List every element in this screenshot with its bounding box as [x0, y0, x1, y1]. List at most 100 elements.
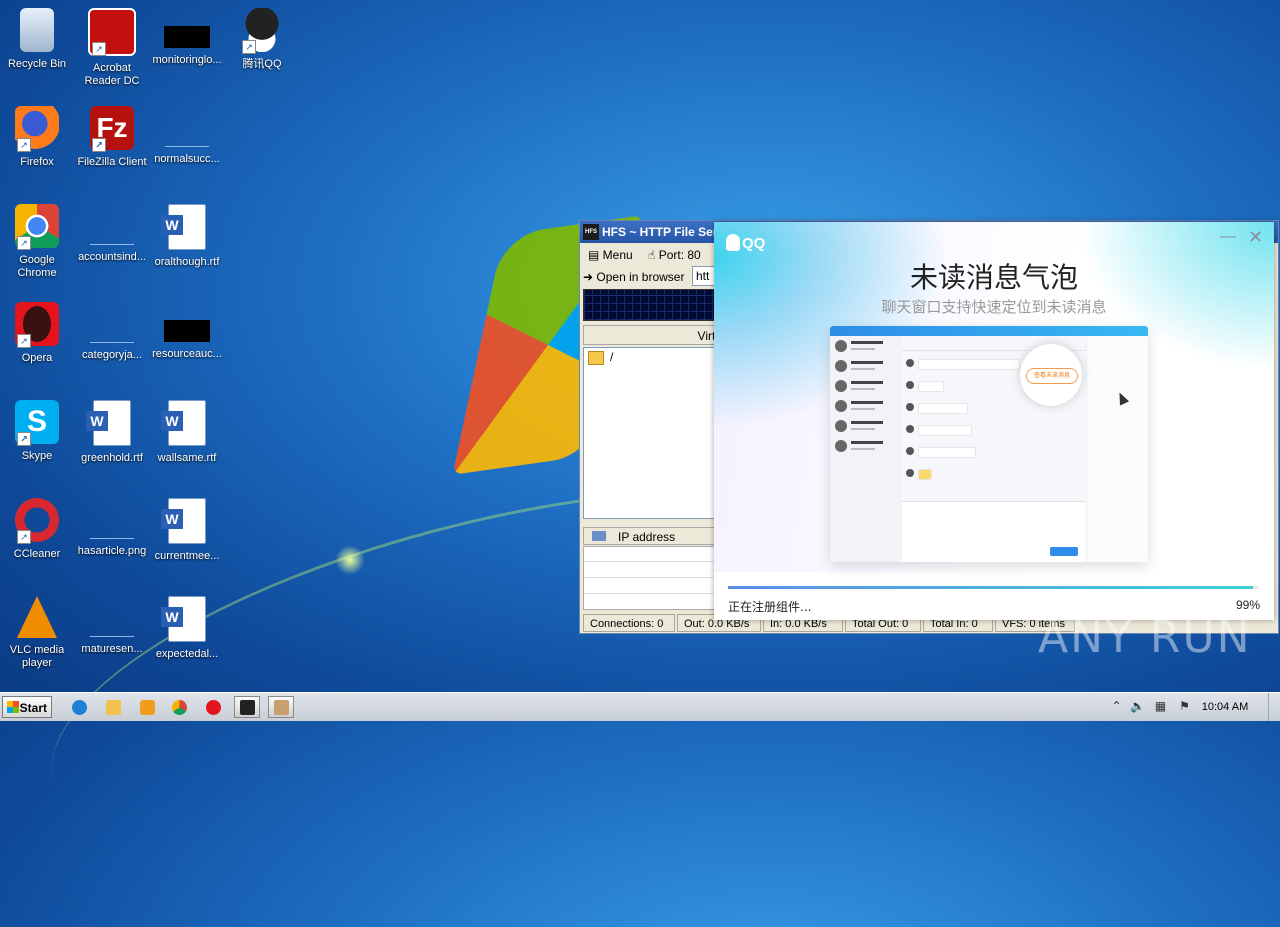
- hfs-window-title: HFS ~ HTTP File Serv: [602, 225, 725, 239]
- hfs-toolbar: ▤ Menu ☝ Port: 80: [583, 243, 708, 265]
- acrobat-icon: ↗: [88, 8, 136, 56]
- desktop-icon-monitoringlo[interactable]: monitoringlo...: [150, 8, 224, 67]
- show-desktop-button[interactable]: [1268, 693, 1280, 721]
- preview-contact: [833, 398, 899, 416]
- desktop-icon-ccleaner[interactable]: ↗ CCleaner: [0, 498, 74, 561]
- qq-icon: ↗: [240, 8, 284, 54]
- desktop-icon-expectedal[interactable]: W expectedal...: [150, 596, 224, 661]
- volume-icon[interactable]: 🔈: [1130, 700, 1145, 713]
- desktop-icon-vlc[interactable]: VLC media player: [0, 596, 74, 670]
- preview-input-box: [902, 501, 1086, 562]
- desktop-icon-normalsucc[interactable]: normalsucc...: [150, 106, 224, 166]
- desktop-icon-hasarticle[interactable]: hasarticle.png: [75, 498, 149, 558]
- hfs-port-button[interactable]: ☝ Port: 80: [643, 243, 708, 267]
- hfs-icon: [240, 700, 255, 715]
- feature-preview-image: 查看未读消息: [830, 326, 1148, 562]
- start-button[interactable]: Start: [2, 696, 52, 718]
- hfs-connections-list[interactable]: [583, 546, 725, 610]
- file-icon: [164, 26, 210, 48]
- desktop-icon-label: wallsame.rtf: [157, 452, 217, 464]
- desktop-icon-wallsame[interactable]: W wallsame.rtf: [150, 400, 224, 465]
- desktop-icon-qq[interactable]: ↗ 腾讯QQ: [225, 8, 299, 71]
- tray-expand-icon[interactable]: ⌃: [1110, 700, 1123, 713]
- filezilla-icon: Fz ↗: [90, 106, 134, 152]
- hfs-open-browser-button[interactable]: ➜ Open in browser: [583, 266, 684, 288]
- shortcut-arrow-icon: ↗: [17, 432, 31, 446]
- desktop-icon-label: Acrobat Reader DC: [84, 62, 140, 87]
- preview-message: [902, 419, 1086, 439]
- hfs-open-browser-label: Open in browser: [596, 270, 685, 284]
- taskbar: Start ⌃ 🔈 ▦ ⚑ 10:04 AM: [0, 692, 1280, 721]
- shortcut-arrow-icon: ↗: [92, 138, 106, 152]
- penguin-icon: [726, 234, 740, 251]
- desktop-icon-label: hasarticle.png: [77, 545, 147, 557]
- desktop-icon-label: expectedal...: [155, 648, 219, 660]
- desktop-icon-acrobat[interactable]: ↗ Acrobat Reader DC: [75, 8, 149, 88]
- desktop-icon-label: oralthough.rtf: [154, 256, 220, 268]
- close-button[interactable]: ✕: [1248, 228, 1263, 246]
- preview-contact: [833, 438, 899, 456]
- desktop-icon-accountsind[interactable]: accountsind...: [75, 204, 149, 264]
- desktop-icon-recycle-bin[interactable]: Recycle Bin: [0, 8, 74, 71]
- desktop-icon-label: resourceauc...: [152, 348, 222, 360]
- file-icon: [90, 320, 134, 343]
- hfs-vfs-root-label: /: [610, 350, 614, 364]
- file-icon: [164, 320, 210, 342]
- taskbar-qq-installer[interactable]: [268, 696, 294, 718]
- desktop-icon-opera[interactable]: ↗ Opera: [0, 302, 74, 365]
- desktop-icon-label: monitoringlo...: [152, 54, 222, 66]
- preview-contact: [833, 418, 899, 436]
- hfs-menu-button[interactable]: ▤ Menu: [583, 243, 640, 267]
- file-icon: [90, 516, 134, 539]
- ccleaner-icon: ↗: [15, 498, 59, 544]
- shortcut-arrow-icon: ↗: [17, 530, 31, 544]
- taskbar-explorer[interactable]: [100, 696, 126, 718]
- media-player-icon: [140, 700, 155, 715]
- opera-icon: [206, 700, 221, 715]
- preview-send-button: [1050, 547, 1078, 556]
- word-doc-icon: W: [161, 596, 206, 642]
- file-icon: [90, 614, 134, 637]
- desktop-icon-skype[interactable]: S ↗ Skype: [0, 400, 74, 463]
- desktop-icon-filezilla[interactable]: Fz ↗ FileZilla Client: [75, 106, 149, 169]
- qq-installer-dialog[interactable]: QQ — ✕ 未读消息气泡 聊天窗口支持快速定位到未读消息 查看未读消息 正在注…: [714, 222, 1274, 620]
- desktop-icon-label: maturesen...: [81, 643, 143, 655]
- desktop-icon-oralthough[interactable]: W oralthough.rtf: [150, 204, 224, 269]
- desktop-icon-label: Google Chrome: [17, 254, 57, 279]
- desktop-icon-categoryja[interactable]: categoryja...: [75, 302, 149, 362]
- minimize-button[interactable]: —: [1220, 229, 1236, 245]
- taskbar-opera[interactable]: [200, 696, 226, 718]
- desktop-icon-label: Skype: [21, 450, 53, 462]
- hfs-bandwidth-graph: [583, 289, 725, 321]
- desktop-icon-resourceauc[interactable]: resourceauc...: [150, 302, 224, 361]
- feature-subtitle: 聊天窗口支持快速定位到未读消息: [881, 298, 1107, 316]
- shortcut-arrow-icon: ↗: [17, 138, 31, 152]
- taskbar-chrome[interactable]: [166, 696, 192, 718]
- desktop-icon-greenhold[interactable]: W greenhold.rtf: [75, 400, 149, 465]
- hfs-ip-header-label: IP address: [618, 530, 676, 544]
- preview-contact: [833, 338, 899, 356]
- firefox-icon: ↗: [15, 106, 59, 152]
- desktop-icon-firefox[interactable]: ↗ Firefox: [0, 106, 74, 169]
- taskbar-clock[interactable]: 10:04 AM: [1198, 693, 1252, 721]
- desktop-icon-currentmee[interactable]: W currentmee...: [150, 498, 224, 563]
- feature-title: 未读消息气泡: [909, 261, 1078, 294]
- network-icon[interactable]: ▦: [1154, 700, 1167, 713]
- hfs-menu-label: Menu: [602, 248, 633, 262]
- desktop-icon-chrome[interactable]: ↗ Google Chrome: [0, 204, 74, 280]
- taskbar-media-player[interactable]: [134, 696, 160, 718]
- hfs-ip-column-header[interactable]: IP address: [583, 527, 723, 545]
- desktop-icon-label: Opera: [21, 352, 53, 364]
- install-progress-fill: [728, 586, 1253, 589]
- hfs-logo-icon: HFS: [583, 224, 599, 240]
- windows-logo-icon: [7, 701, 19, 713]
- hfs-vfs-root[interactable]: /: [588, 350, 613, 365]
- taskbar-ie[interactable]: [66, 696, 92, 718]
- word-doc-icon: W: [161, 204, 206, 250]
- unread-bubble-label: 查看未读消息: [1026, 368, 1078, 384]
- preview-message: [902, 463, 1086, 483]
- action-center-flag-icon[interactable]: ⚑: [1178, 700, 1191, 713]
- desktop-icon-maturesen[interactable]: maturesen...: [75, 596, 149, 656]
- taskbar-hfs[interactable]: [234, 696, 260, 718]
- hfs-vfs-tree[interactable]: /: [583, 347, 725, 519]
